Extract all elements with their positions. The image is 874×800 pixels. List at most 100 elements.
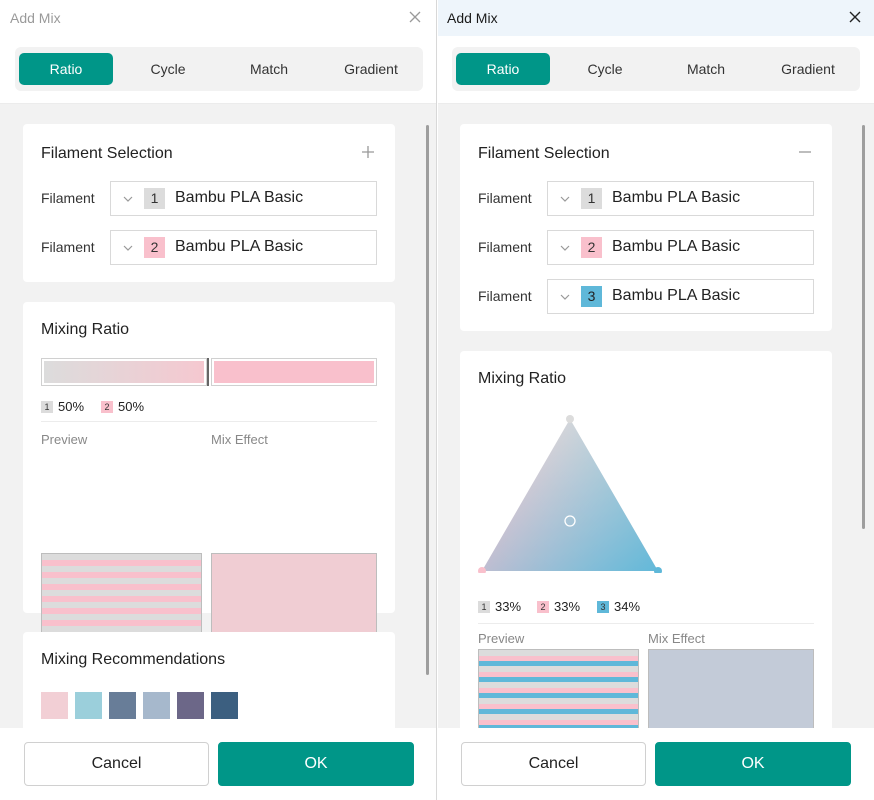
chevron-down-icon xyxy=(560,245,570,251)
dialog-title: Add Mix xyxy=(10,10,61,26)
mix-effect-label: Mix Effect xyxy=(211,432,268,447)
remove-filament-button[interactable] xyxy=(796,143,814,161)
add-filament-button[interactable] xyxy=(359,143,377,161)
filament-selection-card: Filament Selection Filament 1 Bambu PLA … xyxy=(460,124,832,331)
ratio-percent-3: 3 34% xyxy=(597,598,640,614)
percent-value: 50% xyxy=(58,399,85,415)
filament-select-2[interactable]: 2 Bambu PLA Basic xyxy=(110,230,377,265)
percent-value: 33% xyxy=(495,599,522,615)
filament-number-badge: 2 xyxy=(537,600,549,613)
scrollbar[interactable] xyxy=(862,125,865,529)
mode-tabs-panel: Ratio Cycle Match Gradient xyxy=(438,36,874,104)
mixing-ratio-title: Mixing Ratio xyxy=(41,321,130,338)
close-button[interactable] xyxy=(844,6,866,28)
mode-tabs: Ratio Cycle Match Gradient xyxy=(452,47,860,91)
filament-label: Filament xyxy=(478,239,532,255)
tab-gradient[interactable]: Gradient xyxy=(761,53,855,85)
percent-value: 34% xyxy=(614,599,641,615)
filament-number-badge: 2 xyxy=(581,237,602,258)
recommendation-swatch[interactable] xyxy=(211,692,238,719)
mixing-ratio-title: Mixing Ratio xyxy=(478,370,567,387)
divider xyxy=(478,623,814,624)
chevron-down-icon xyxy=(560,196,570,202)
filament-number-badge: 1 xyxy=(478,600,490,613)
minus-icon xyxy=(799,151,811,153)
recommendation-swatch[interactable] xyxy=(41,692,68,719)
close-icon xyxy=(849,11,861,23)
filament-name: Bambu PLA Basic xyxy=(612,238,741,255)
ratio-percent-2: 2 50% xyxy=(101,398,144,414)
percent-value: 33% xyxy=(554,599,581,615)
filament-number-badge: 3 xyxy=(597,600,609,613)
filament-name: Bambu PLA Basic xyxy=(612,189,741,206)
filament-select-3[interactable]: 3 Bambu PLA Basic xyxy=(547,279,814,314)
filament-number-badge: 1 xyxy=(41,400,53,413)
scrollbar[interactable] xyxy=(426,125,429,675)
recommendation-swatch[interactable] xyxy=(143,692,170,719)
cancel-button[interactable]: Cancel xyxy=(24,742,209,786)
chevron-down-icon xyxy=(560,294,570,300)
preview-label: Preview xyxy=(41,432,88,447)
ratio-slider-handle[interactable] xyxy=(207,358,209,386)
tab-gradient[interactable]: Gradient xyxy=(324,53,418,85)
ok-button[interactable]: OK xyxy=(655,742,851,786)
filament-label: Filament xyxy=(41,239,95,255)
filament-selection-title: Filament Selection xyxy=(478,145,610,162)
chevron-down-icon xyxy=(123,245,133,251)
filament-label: Filament xyxy=(478,288,532,304)
filament-number-badge: 2 xyxy=(101,400,113,413)
dialog-content: Filament Selection Filament 1 Bambu PLA … xyxy=(438,105,874,728)
filament-name: Bambu PLA Basic xyxy=(175,189,304,206)
ratio-segment-2 xyxy=(211,358,377,386)
title-bar: Add Mix xyxy=(438,0,874,36)
tab-cycle[interactable]: Cycle xyxy=(558,53,652,85)
ratio-percent-1: 1 33% xyxy=(478,598,521,614)
recommendation-swatch[interactable] xyxy=(177,692,204,719)
divider xyxy=(41,421,377,422)
preview-label: Preview xyxy=(478,631,525,646)
mixing-ratio-card: Mixing Ratio 1 50% 2 50% Preview Mix Effec… xyxy=(23,302,395,700)
mix-effect-label: Mix Effect xyxy=(648,631,705,646)
mode-tabs: Ratio Cycle Match Gradient xyxy=(15,47,423,91)
chevron-down-icon xyxy=(123,196,133,202)
mixing-recommendations-card: Mixing Recommendations xyxy=(23,632,395,728)
close-button[interactable] xyxy=(404,6,426,28)
tab-match[interactable]: Match xyxy=(659,53,753,85)
close-icon xyxy=(409,11,421,23)
ratio-triangle[interactable] xyxy=(478,409,662,573)
ratio-segment-1 xyxy=(41,358,207,386)
title-bar: Add Mix xyxy=(0,0,436,36)
filament-selection-title: Filament Selection xyxy=(41,145,173,162)
dialog-footer: Cancel OK xyxy=(0,728,436,800)
cancel-button[interactable]: Cancel xyxy=(461,742,646,786)
mode-tabs-panel: Ratio Cycle Match Gradient xyxy=(0,36,436,104)
recommendation-swatch[interactable] xyxy=(75,692,102,719)
filament-number-badge: 2 xyxy=(144,237,165,258)
mixing-recommendations-title: Mixing Recommendations xyxy=(41,651,226,668)
mix-effect-swatch xyxy=(648,649,814,728)
tab-ratio[interactable]: Ratio xyxy=(456,53,550,85)
add-mix-dialog-three-filaments: Add Mix Ratio Cycle Match Gradient Filam… xyxy=(438,0,874,800)
filament-name: Bambu PLA Basic xyxy=(612,287,741,304)
tab-match[interactable]: Match xyxy=(222,53,316,85)
tab-ratio[interactable]: Ratio xyxy=(19,53,113,85)
tab-cycle[interactable]: Cycle xyxy=(121,53,215,85)
add-mix-dialog-two-filaments: Add Mix Ratio Cycle Match Gradient Filam… xyxy=(0,0,437,800)
vertex-handle-1[interactable] xyxy=(566,415,574,423)
ok-button[interactable]: OK xyxy=(218,742,414,786)
filament-name: Bambu PLA Basic xyxy=(175,238,304,255)
filament-selection-card: Filament Selection Filament 1 Bambu PLA … xyxy=(23,124,395,282)
filament-select-1[interactable]: 1 Bambu PLA Basic xyxy=(110,181,377,216)
filament-select-1[interactable]: 1 Bambu PLA Basic xyxy=(547,181,814,216)
ratio-slider[interactable] xyxy=(41,358,377,386)
mixing-ratio-card: Mixing Ratio 1 33% 2 33% 3 34% Preview M… xyxy=(460,351,832,728)
percent-value: 50% xyxy=(118,399,145,415)
dialog-content: Filament Selection Filament 1 Bambu PLA … xyxy=(0,105,436,728)
plus-icon xyxy=(362,146,374,158)
filament-select-2[interactable]: 2 Bambu PLA Basic xyxy=(547,230,814,265)
preview-stripes xyxy=(478,649,639,728)
dialog-title: Add Mix xyxy=(447,10,498,26)
recommendation-swatch[interactable] xyxy=(109,692,136,719)
dialog-footer: Cancel OK xyxy=(438,728,874,800)
filament-number-badge: 3 xyxy=(581,286,602,307)
